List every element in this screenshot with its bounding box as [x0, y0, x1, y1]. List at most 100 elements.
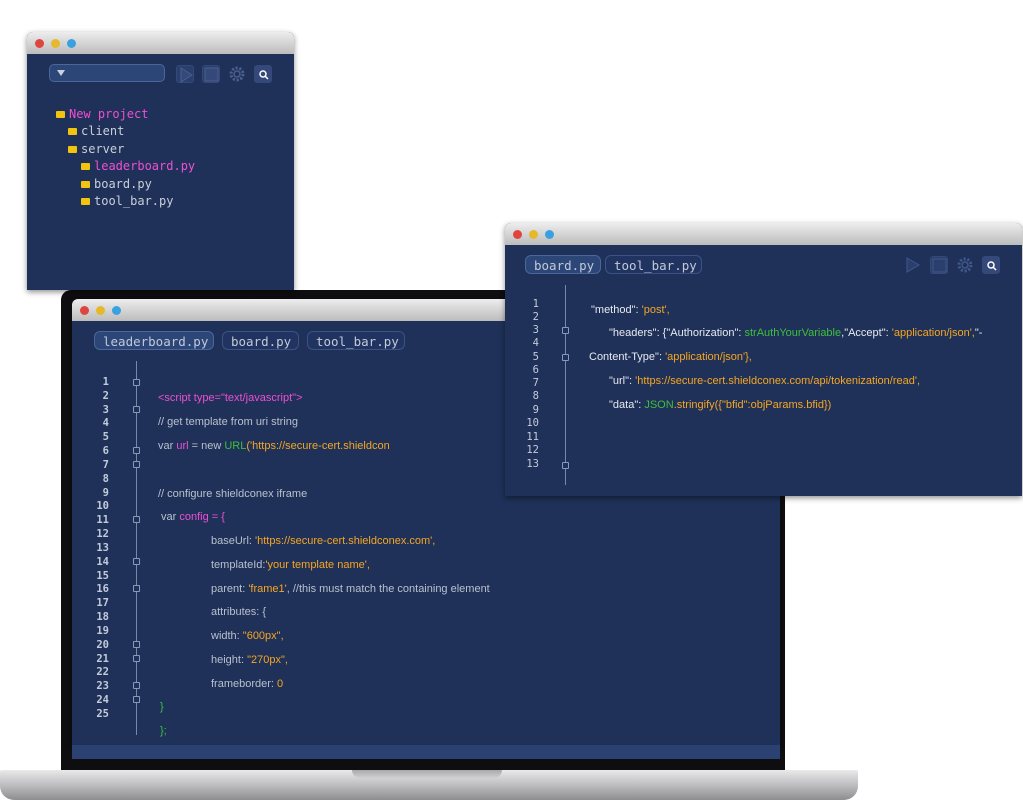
tab-tool-bar-py[interactable]: tool_bar.py [307, 331, 405, 350]
fold-marker-icon[interactable] [133, 585, 140, 592]
fold-marker-icon[interactable] [133, 655, 140, 662]
fold-marker-icon[interactable] [562, 327, 569, 334]
code-token: "data" [609, 399, 639, 411]
line-number: 14 [96, 556, 109, 568]
code-line: }; [160, 725, 167, 737]
line-number: 6 [102, 445, 109, 457]
settings-button[interactable] [228, 65, 246, 83]
code-line: parent: 'frame1', //this must match the … [211, 583, 490, 595]
code-token: JSON [644, 399, 674, 411]
tree-item-new-project[interactable]: New project [56, 107, 148, 121]
fold-marker-icon[interactable] [133, 406, 140, 413]
code-token: Content-Type" [589, 351, 659, 363]
code-token: var [158, 440, 177, 452]
code-token: ('https://secure-cert.shieldcon [246, 440, 390, 452]
tab-board-py[interactable]: board.py [525, 255, 601, 274]
fold-marker-icon[interactable] [133, 558, 140, 565]
line-number: 21 [96, 653, 109, 665]
line-number: 13 [96, 542, 109, 554]
fold-marker-icon[interactable] [562, 354, 569, 361]
stop-button[interactable] [202, 65, 220, 83]
line-number: 17 [96, 597, 109, 609]
code-token: .stringify({"bfid":objParams.bfid}) [673, 399, 832, 411]
close-window-button[interactable] [35, 39, 44, 48]
fold-marker-icon[interactable] [562, 462, 569, 469]
line-number: 23 [96, 680, 109, 692]
line-number: 9 [532, 404, 539, 416]
tree-item-client[interactable]: client [68, 124, 124, 138]
folder-icon [81, 163, 90, 170]
maximize-window-button[interactable] [112, 306, 121, 315]
tree-item-board-py[interactable]: board.py [81, 177, 152, 191]
code-token: }; [160, 725, 167, 737]
line-number: 2 [532, 311, 539, 323]
code-token: = new [188, 440, 225, 452]
line-number: 13 [526, 458, 539, 470]
tree-item-leaderboard-py[interactable]: leaderboard.py [81, 159, 195, 173]
code-token: 0 [277, 678, 284, 690]
code-line: var config = { [161, 511, 225, 523]
tab-tool-bar-py[interactable]: tool_bar.py [605, 255, 702, 274]
code-token: width: [211, 630, 243, 642]
code-line: baseUrl: 'https://secure-cert.shieldcone… [211, 535, 435, 547]
code-token: "- [974, 327, 983, 339]
code-token: parent: [211, 583, 249, 595]
folder-icon [81, 198, 90, 205]
line-number: 1 [102, 376, 109, 388]
code-line: width: "600px", [211, 630, 284, 642]
side-editor-titlebar [505, 223, 1022, 245]
file-explorer-window: New project client server leaderboard.py… [27, 32, 294, 290]
close-window-button[interactable] [80, 306, 89, 315]
tree-item-tool-bar-py[interactable]: tool_bar.py [81, 194, 173, 208]
tab-board-py[interactable]: board.py [222, 331, 299, 350]
line-number: 4 [102, 417, 109, 429]
line-number: 22 [96, 666, 109, 678]
explorer-titlebar [27, 32, 294, 54]
code-token: 'post', [641, 304, 670, 316]
search-button[interactable] [254, 65, 272, 83]
code-token: 'https://secure-cert.shieldconex.com', [255, 535, 436, 547]
fold-guide-line [565, 285, 566, 485]
fold-marker-icon[interactable] [133, 447, 140, 454]
play-icon [180, 67, 193, 83]
code-line: "url": 'https://secure-cert.shieldconex.… [609, 375, 920, 387]
code-token: "Authorization" [666, 327, 739, 339]
tree-item-server[interactable]: server [68, 142, 124, 156]
maximize-window-button[interactable] [67, 39, 76, 48]
code-token: } [160, 701, 164, 713]
settings-button[interactable] [956, 256, 974, 274]
fold-marker-icon[interactable] [133, 461, 140, 468]
fold-marker-icon[interactable] [133, 682, 140, 689]
line-number: 15 [96, 570, 109, 582]
code-token: url [176, 440, 189, 452]
line-number: 11 [96, 514, 109, 526]
code-token: baseUrl: [211, 535, 256, 547]
tab-leaderboard-py[interactable]: leaderboard.py [94, 331, 214, 350]
fold-marker-icon[interactable] [133, 379, 140, 386]
maximize-window-button[interactable] [545, 230, 554, 239]
fold-marker-icon[interactable] [133, 641, 140, 648]
minimize-window-button[interactable] [529, 230, 538, 239]
code-token: "method" [591, 304, 636, 316]
search-button[interactable] [982, 256, 1000, 274]
search-icon [987, 261, 997, 271]
code-token: : { [656, 327, 667, 339]
minimize-window-button[interactable] [51, 39, 60, 48]
run-button[interactable] [904, 256, 922, 274]
fold-guide-line [136, 361, 137, 735]
close-window-button[interactable] [513, 230, 522, 239]
project-dropdown[interactable] [49, 64, 165, 82]
run-button[interactable] [176, 65, 194, 83]
tree-item-label: board.py [94, 177, 152, 191]
settings-gear-icon [229, 66, 245, 82]
tree-item-label: server [81, 142, 125, 156]
minimize-window-button[interactable] [96, 306, 105, 315]
line-number: 4 [532, 337, 539, 349]
code-token: templateId: [211, 559, 266, 571]
line-number: 6 [532, 364, 539, 376]
fold-marker-icon[interactable] [133, 696, 140, 703]
code-line: "headers": {"Authorization": strAuthYour… [609, 327, 982, 339]
code-line: var url = new URL('https://secure-cert.s… [158, 440, 390, 452]
stop-button[interactable] [930, 256, 948, 274]
fold-marker-icon[interactable] [133, 516, 140, 523]
